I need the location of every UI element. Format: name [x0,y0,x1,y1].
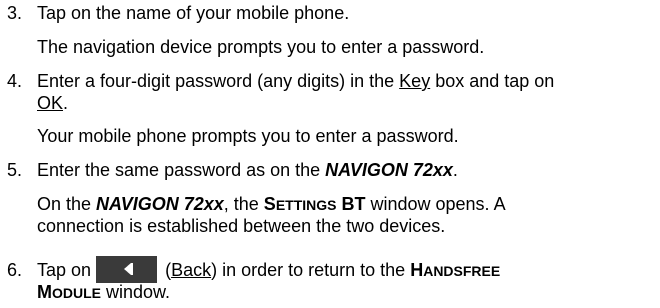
back-bar-icon [131,262,134,275]
step-3-result: The navigation device prompts you to ent… [37,37,485,57]
back-label: Back [171,260,212,280]
handsfree-label: HANDSFREE [410,260,501,280]
step-6-line-2: MODULE window. [37,282,171,302]
step-text: Enter the same password as on the NAVIGO… [37,160,458,180]
step-number: 5. [7,160,23,180]
device-name: NAVIGON 72xx [96,194,224,214]
step-number: 6. [7,260,23,280]
step-number: 4. [7,71,23,91]
step-5-result-line-2: connection is established between the tw… [37,216,446,236]
step-4-ok-line: OK. [37,93,69,113]
ok-label: OK [37,93,64,113]
key-label: Key [399,71,431,91]
settings-bt-label: SETTINGS BT [263,194,366,214]
step-5-result-line-1: On the NAVIGON 72xx, the SETTINGS BT win… [37,194,506,214]
step-text: Tap on the name of your mobile phone. [37,3,350,23]
manual-page: 3. Tap on the name of your mobile phone.… [0,0,660,308]
back-arrow-icon [124,262,132,275]
step-text: Enter a four-digit password (any digits)… [37,71,555,91]
step-number: 3. [7,3,23,23]
device-name: NAVIGON 72xx [325,160,453,180]
module-label: MODULE [37,282,101,302]
back-button[interactable] [96,255,158,283]
step-text: Tap on (Back) in order to return to the … [37,255,501,283]
step-4-result: Your mobile phone prompts you to enter a… [37,126,459,146]
